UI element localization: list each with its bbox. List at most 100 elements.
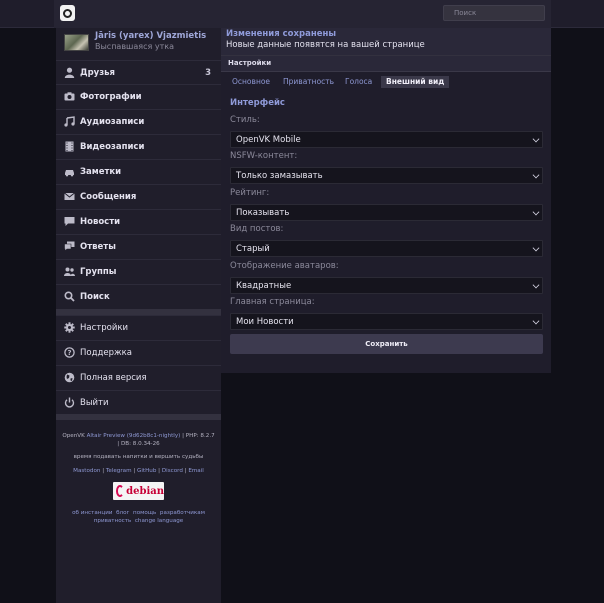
rating-select[interactable]: Показывать xyxy=(230,204,543,221)
avatar[interactable] xyxy=(64,34,89,51)
sidebar-item-news[interactable]: Новости xyxy=(56,209,221,233)
sidebar-item-groups[interactable]: Группы xyxy=(56,259,221,283)
save-button[interactable]: Сохранить xyxy=(230,334,543,354)
sidebar-item-search[interactable]: Поиск xyxy=(56,284,221,308)
footer-social-links: Mastodon | Telegram | GitHub | Discord |… xyxy=(73,468,204,474)
user-name[interactable]: Jāris (yarex) Vjazmietis xyxy=(95,31,206,41)
sidebar-item-label: Ответы xyxy=(80,241,116,252)
post-view-select-value: Старый xyxy=(236,244,270,254)
sidebar-item-audio[interactable]: Аудиозаписи xyxy=(56,109,221,133)
footer-php: | PHP: 8.2.7 xyxy=(182,433,215,439)
sidebar-item-settings[interactable]: Настройки xyxy=(56,315,221,339)
footer-link-github[interactable]: GitHub xyxy=(137,468,156,474)
footer-link-about[interactable]: об инстанции xyxy=(72,510,112,516)
section-title-interface: Интерфейс xyxy=(230,98,285,108)
search-input[interactable]: Поиск xyxy=(443,5,545,21)
footer-link-blog[interactable]: блог xyxy=(116,510,129,516)
envelope-icon xyxy=(64,191,75,202)
field-label-nsfw: NSFW-контент: xyxy=(230,151,298,161)
sidebar-item-label: Новости xyxy=(80,216,121,227)
sidebar-item-notes[interactable]: Заметки xyxy=(56,159,221,183)
openvk-logo-icon[interactable] xyxy=(60,5,75,21)
field-label-rating: Рейтинг: xyxy=(230,188,270,198)
speech-bubble-icon xyxy=(64,216,75,227)
help-icon: ? xyxy=(64,347,75,358)
search-icon xyxy=(64,291,75,302)
globe-icon xyxy=(64,372,75,383)
footer-link-developers[interactable]: разработчикам xyxy=(160,510,205,516)
footer-motto: время подавать напитки и вершить судьбы xyxy=(73,454,204,460)
footer-version-prefix: OpenVK xyxy=(62,433,85,439)
sidebar-item-label: Фотографии xyxy=(80,91,142,102)
user-card[interactable]: Jāris (yarex) Vjazmietis Выспавшаяся утк… xyxy=(56,28,221,58)
sidebar-item-label: Группы xyxy=(80,266,117,277)
sidebar-item-replies[interactable]: Ответы xyxy=(56,234,221,258)
power-icon xyxy=(64,397,75,408)
sidebar-item-label: Выйти xyxy=(80,397,109,408)
camera-icon xyxy=(64,91,75,102)
footer-version: OpenVK Altair Preview (9d62b8c1-nightly)… xyxy=(58,432,219,448)
footer-links: об инстанции блог помощь разработчикам п… xyxy=(58,509,219,525)
style-select[interactable]: OpenVK Mobile xyxy=(230,131,543,148)
sidebar-item-messages[interactable]: Сообщения xyxy=(56,184,221,208)
style-select-value: OpenVK Mobile xyxy=(236,135,301,145)
field-label-avatars: Отображение аватаров: xyxy=(230,261,339,271)
svg-text:?: ? xyxy=(67,349,71,357)
chevron-down-icon xyxy=(532,171,540,179)
chevron-down-icon xyxy=(532,244,540,252)
tab-appearance[interactable]: Внешний вид xyxy=(381,76,450,88)
tab-privacy[interactable]: Приватность xyxy=(278,76,339,88)
settings-header-title: Настройки xyxy=(228,59,272,67)
sidebar-item-label: Поиск xyxy=(80,291,110,302)
sidebar-item-label: Аудиозаписи xyxy=(80,116,145,127)
debian-badge-label: debian xyxy=(126,485,164,497)
footer-db: | DB: 8.0.34-26 xyxy=(117,441,160,447)
tab-general[interactable]: Основное xyxy=(227,76,275,88)
footer-link-discord[interactable]: Discord xyxy=(162,468,183,474)
friends-count-badge: 3 xyxy=(205,67,211,78)
field-label-home-page: Главная страница: xyxy=(230,297,315,307)
sidebar-item-label: Сообщения xyxy=(80,191,137,202)
film-icon xyxy=(64,141,75,152)
chevron-down-icon xyxy=(532,135,540,143)
field-label-style: Стиль: xyxy=(230,115,260,125)
nsfw-select-value: Только замазывать xyxy=(236,171,323,181)
footer-link-privacy[interactable]: приватность xyxy=(94,518,132,524)
debian-badge[interactable]: debian xyxy=(113,482,164,500)
sidebar-item-label: Поддержка xyxy=(80,347,132,358)
sidebar-item-photos[interactable]: Фотографии xyxy=(56,84,221,108)
avatars-select-value: Квадратные xyxy=(236,281,292,291)
nsfw-select[interactable]: Только замазывать xyxy=(230,167,543,184)
footer-version-link[interactable]: Altair Preview (9d62b8c1-nightly) xyxy=(87,433,181,439)
home-page-select-value: Мои Новости xyxy=(236,317,294,327)
car-icon xyxy=(64,166,75,177)
people-icon xyxy=(64,266,75,277)
rating-select-value: Показывать xyxy=(236,208,290,218)
person-icon xyxy=(64,67,75,78)
user-status: Выспавшаяся утка xyxy=(95,42,174,51)
footer-link-email[interactable]: Email xyxy=(188,468,204,474)
saved-notice-title: Изменения сохранены xyxy=(226,29,337,39)
chevron-down-icon xyxy=(532,281,540,289)
gear-icon xyxy=(64,322,75,333)
avatars-select[interactable]: Квадратные xyxy=(230,277,543,294)
debian-swirl-icon xyxy=(116,485,125,497)
sidebar-item-logout[interactable]: Выйти xyxy=(56,390,221,414)
post-view-select[interactable]: Старый xyxy=(230,240,543,257)
footer-link-help[interactable]: помощь xyxy=(133,510,156,516)
home-page-select[interactable]: Мои Новости xyxy=(230,313,543,330)
sidebar-item-label: Видеозаписи xyxy=(80,141,145,152)
chat-bubbles-icon xyxy=(64,241,75,252)
footer-link-change-language[interactable]: change language xyxy=(135,518,183,524)
sidebar-item-video[interactable]: Видеозаписи xyxy=(56,134,221,158)
sidebar-item-label: Полная версия xyxy=(80,372,147,383)
footer-link-telegram[interactable]: Telegram xyxy=(106,468,132,474)
sidebar-item-full-version[interactable]: Полная версия xyxy=(56,365,221,389)
sidebar-item-friends[interactable]: Друзья 3 xyxy=(56,60,221,84)
chevron-down-icon xyxy=(532,208,540,216)
saved-notice-text: Новые данные появятся на вашей странице xyxy=(226,40,425,50)
sidebar-item-support[interactable]: ? Поддержка xyxy=(56,340,221,364)
footer-link-mastodon[interactable]: Mastodon xyxy=(73,468,100,474)
sidebar-item-label: Заметки xyxy=(80,166,122,177)
tab-votes[interactable]: Голоса xyxy=(340,76,377,88)
